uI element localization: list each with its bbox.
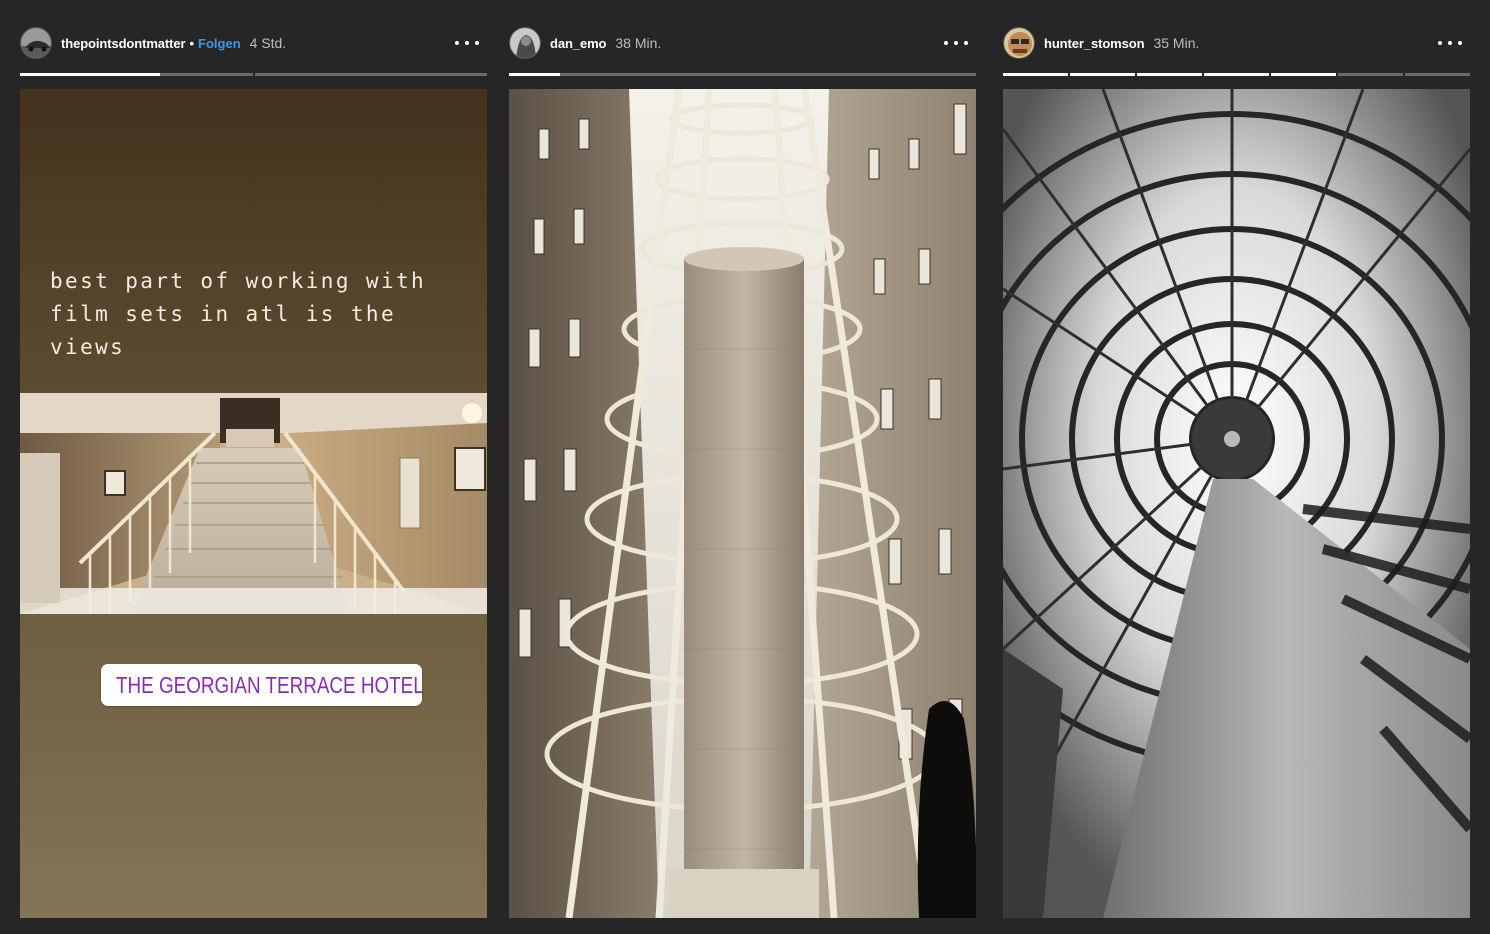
atrium-photo [509, 89, 976, 918]
progress-segment [254, 73, 487, 76]
progress-segment [1405, 73, 1470, 76]
more-options-icon[interactable] [944, 35, 968, 51]
story-progress-bar [1003, 73, 1470, 76]
story-card-2[interactable]: dan_emo 38 Min. [509, 0, 976, 934]
story-header: dan_emo 38 Min. [509, 27, 976, 59]
more-options-icon[interactable] [455, 35, 479, 51]
staircase-photo [20, 393, 487, 614]
story-progress-bar [20, 73, 487, 76]
story-text-overlay: best part of working with film sets in a… [50, 269, 427, 359]
avatar[interactable] [1003, 27, 1035, 59]
follow-button[interactable]: Folgen [198, 36, 241, 51]
timestamp: 35 Min. [1153, 35, 1200, 51]
separator-dot: • [189, 35, 195, 51]
username[interactable]: dan_emo [550, 36, 606, 51]
username[interactable]: hunter_stomson [1044, 36, 1145, 51]
avatar[interactable] [20, 27, 52, 59]
progress-segment [20, 73, 253, 76]
progress-segment [1204, 73, 1269, 76]
story-media[interactable] [509, 89, 976, 918]
username[interactable]: thepointsdontmatter [61, 36, 186, 51]
atrium-bw-photo [1003, 89, 1470, 918]
location-label: THE GEORGIAN TERRACE HOTEL [116, 671, 424, 698]
story-header: hunter_stomson 35 Min. [1003, 27, 1470, 59]
progress-segment [1003, 73, 1068, 76]
timestamp: 4 Std. [249, 35, 287, 51]
progress-segment [1137, 73, 1202, 76]
story-card-3[interactable]: hunter_stomson 35 Min. [1003, 0, 1470, 934]
story-media[interactable]: best part of working with film sets in a… [20, 89, 487, 918]
location-sticker[interactable]: THE GEORGIAN TERRACE HOTEL [101, 664, 424, 706]
avatar[interactable] [509, 27, 541, 59]
story-card-1[interactable]: thepointsdontmatter • Folgen 4 Std. best… [20, 0, 487, 934]
progress-segment [509, 73, 976, 76]
story-progress-bar [509, 73, 976, 76]
story-header: thepointsdontmatter • Folgen 4 Std. [20, 27, 487, 59]
story-media[interactable] [1003, 89, 1470, 918]
more-options-icon[interactable] [1438, 35, 1462, 51]
progress-segment [1338, 73, 1403, 76]
timestamp: 38 Min. [615, 35, 662, 51]
progress-segment [1271, 73, 1336, 76]
progress-segment [1070, 73, 1135, 76]
